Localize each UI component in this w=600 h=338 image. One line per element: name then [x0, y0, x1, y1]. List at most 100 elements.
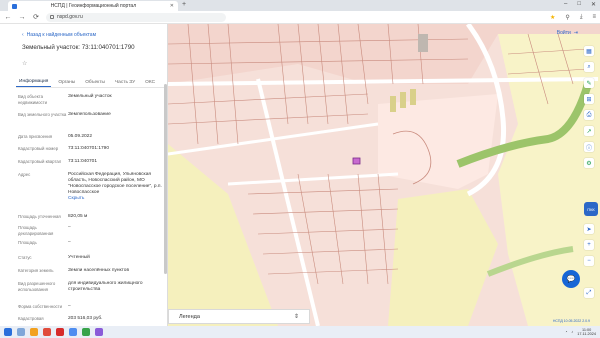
tab-parts[interactable]: Часть ЗУ: [112, 80, 138, 87]
back-arrow-icon[interactable]: ←: [4, 14, 12, 21]
clock[interactable]: 11:00 17.11.2024: [577, 328, 596, 336]
system-tray: ◔ ♪ 11:00 17.11.2024: [565, 328, 596, 336]
browser-tab[interactable]: НСПД | Геоинформационный портал ✕: [8, 1, 178, 11]
menu-icon[interactable]: ≡: [592, 14, 596, 20]
volume-icon[interactable]: ♪: [571, 330, 573, 334]
chevron-updown-icon: ⇕: [293, 314, 299, 320]
attr-row: Вид объекта недвижимости Земельный участ…: [18, 94, 166, 106]
object-info-panel: ‹ Назад к найденным объектам Земельный у…: [10, 24, 168, 326]
locate-icon[interactable]: ➤: [584, 224, 594, 234]
zoom-in-icon[interactable]: +: [584, 240, 594, 250]
layers-tool-icon[interactable]: ▦: [584, 46, 594, 56]
draw-tool-icon[interactable]: ✎: [584, 78, 594, 88]
chat-bubble-icon[interactable]: 💬: [562, 270, 580, 288]
tab-organs[interactable]: Органы: [55, 80, 78, 87]
map-road: [256, 78, 320, 326]
yandex-icon[interactable]: [56, 328, 64, 336]
lock-icon: [50, 15, 54, 19]
attr-key: Площадь уточненная: [18, 214, 61, 219]
map-canvas[interactable]: Войти ⇥ ▦ ⌕ ✎ ⊞ ⎙ ↗ ⓘ ⚙ ПКК ➤ + − ⤢ 💬 Ле…: [168, 24, 600, 326]
fullscreen-icon[interactable]: ⤢: [584, 288, 594, 298]
info-tabs: Информация Органы Объекты Часть ЗУ ОКС: [16, 76, 166, 88]
back-link-label: Назад к найденным объектам: [26, 32, 97, 38]
attr-row: Адрес Российская Федерация, Ульяновская …: [18, 172, 166, 202]
app-icon[interactable]: [43, 328, 51, 336]
attr-value: Земельный участок: [68, 94, 112, 99]
reload-icon[interactable]: ⟳: [32, 13, 40, 21]
attr-value: Земли населённых пунктов: [68, 268, 129, 273]
map-zone-yellow: [168, 144, 278, 326]
attr-row: Статус Учтенный: [18, 255, 166, 261]
login-icon: ⇥: [573, 30, 578, 36]
extensions-icon[interactable]: ⚲: [565, 14, 569, 21]
close-tab-icon[interactable]: ✕: [170, 3, 174, 9]
close-window-icon[interactable]: ✕: [591, 1, 596, 8]
login-button[interactable]: Войти ⇥: [557, 30, 578, 36]
wifi-icon[interactable]: ◔: [565, 330, 567, 334]
tab-objects[interactable]: Объекты: [82, 80, 108, 87]
panel-scrollbar[interactable]: [164, 84, 167, 274]
collapse-link[interactable]: Скрыть: [68, 196, 166, 202]
print-tool-icon[interactable]: ⎙: [584, 110, 594, 120]
address-text: Российская Федерация, Ульяновская област…: [68, 172, 162, 195]
url-field[interactable]: nspd.gov.ru: [46, 12, 226, 22]
map-zone-yellow: [388, 189, 498, 326]
attr-row: Категория земель Земли населённых пункто…: [18, 268, 166, 274]
attr-key: Кадастровый квартал: [18, 159, 62, 164]
back-to-results-link[interactable]: ‹ Назад к найденным объектам: [22, 32, 96, 38]
start-icon[interactable]: [4, 328, 12, 336]
legend-label: Легенда: [179, 313, 200, 320]
attr-key: Площадь декларированная: [18, 225, 54, 236]
tab-title: НСПД | Геоинформационный портал: [50, 3, 137, 9]
attr-row: Кадастровый номер 73:11:040701:1790: [18, 146, 166, 152]
app-icon[interactable]: [82, 328, 90, 336]
pkk-badge[interactable]: ПКК: [584, 202, 598, 216]
attr-row: Кадастровый квартал 73:11:040701: [18, 159, 166, 165]
browser-tab-bar: НСПД | Геоинформационный портал ✕ + – □ …: [0, 0, 600, 11]
attr-value: 73:11:040701: [68, 159, 97, 164]
attr-row: Кадастровая 203 516,03 руб.: [18, 316, 166, 322]
address-bar-actions: ★ ⚲ ⤓ ≡: [550, 14, 596, 21]
maximize-icon[interactable]: □: [577, 1, 581, 8]
zoom-out-icon[interactable]: −: [584, 256, 594, 266]
tab-info[interactable]: Информация: [16, 79, 52, 87]
bookmark-star-icon[interactable]: ★: [550, 14, 555, 21]
attr-key: Адрес: [18, 172, 31, 177]
share-tool-icon[interactable]: ↗: [584, 126, 594, 136]
login-label: Войти: [556, 30, 571, 36]
url-text: nspd.gov.ru: [57, 14, 83, 20]
map-copyright: НСПД 10.05.2022 2.0.9: [552, 319, 590, 323]
attr-value-address: Российская Федерация, Ульяновская област…: [68, 172, 166, 202]
attr-key: Категория земель: [18, 268, 54, 273]
app-icon[interactable]: [69, 328, 77, 336]
attr-value: 820,05 м: [68, 214, 88, 219]
clock-date: 17.11.2024: [577, 332, 596, 336]
attr-row: Площадь –: [18, 240, 166, 246]
attr-key: Форма собственности: [18, 304, 62, 309]
folder-icon[interactable]: [30, 328, 38, 336]
attr-value: –: [68, 304, 71, 309]
download-icon[interactable]: ⤓: [580, 14, 583, 21]
settings-tool-icon[interactable]: ⚙: [584, 158, 594, 168]
info-tool-icon[interactable]: ⓘ: [584, 142, 594, 152]
measure-tool-icon[interactable]: ⊞: [584, 94, 594, 104]
tab-oks[interactable]: ОКС: [142, 80, 158, 87]
attr-row: Дата присвоения 05.09.2022: [18, 134, 166, 140]
attr-row: Вид разрешенного использования для индив…: [18, 281, 166, 293]
map-road: [227, 172, 399, 186]
forward-arrow-icon[interactable]: →: [18, 14, 26, 21]
address-bar: ← → ⟳ nspd.gov.ru ★ ⚲ ⤓ ≡: [0, 11, 600, 24]
legend-dropdown[interactable]: Легенда ⇕: [168, 309, 310, 324]
app-icon[interactable]: [95, 328, 103, 336]
minimize-icon[interactable]: –: [564, 1, 567, 8]
search-tool-icon[interactable]: ⌕: [584, 62, 594, 72]
attr-key: Кадастровая: [18, 316, 44, 321]
new-tab-icon[interactable]: +: [182, 1, 186, 8]
attr-value: –: [68, 225, 71, 230]
search-icon[interactable]: [17, 328, 25, 336]
site-favicon-icon: [12, 3, 17, 9]
attr-row: Вид земельного участка Землепользование: [18, 112, 166, 118]
os-taskbar: ◔ ♪ 11:00 17.11.2024: [0, 326, 600, 338]
favorite-star-icon[interactable]: ☆: [22, 60, 27, 67]
attr-value: 203 516,03 руб.: [68, 316, 103, 321]
